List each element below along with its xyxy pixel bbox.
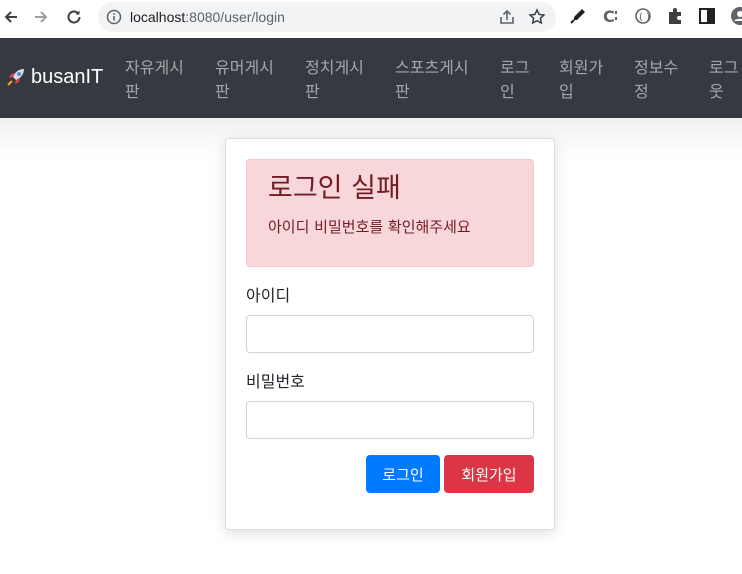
side-panel-icon[interactable] (697, 6, 717, 26)
username-label: 아이디 (246, 286, 291, 305)
nav-link-politics-board[interactable]: 정치게시판 (305, 56, 364, 104)
password-input[interactable] (246, 401, 534, 439)
extension-circle-icon[interactable]: ( ) (633, 6, 653, 26)
login-failed-alert: 로그인 실패 아이디 비밀번호를 확인해주세요 (246, 159, 534, 267)
nav-link-label: 로그 (709, 58, 739, 77)
extensions-puzzle-icon[interactable] (665, 6, 685, 26)
nav-link-free-board[interactable]: 자유게시판 (125, 56, 184, 104)
forward-arrow-icon[interactable] (28, 6, 54, 28)
svg-text:( ): ( ) (639, 12, 650, 23)
nav-link-edit-profile[interactable]: 정보수정 (634, 56, 678, 104)
nav-link-label: 판 (125, 82, 140, 101)
nav-link-label: 회원가 (559, 58, 604, 77)
nav-link-label: 스포츠게시 (395, 58, 469, 77)
brand-name: busanIT (31, 65, 104, 88)
address-bar[interactable]: localhost:8080/user/login (98, 2, 556, 32)
password-label: 비밀번호 (246, 372, 305, 391)
rocket-icon (7, 69, 24, 86)
nav-link-login[interactable]: 로그인 (500, 56, 529, 104)
url-text[interactable]: localhost:8080/user/login (130, 9, 285, 25)
eyedropper-extension-icon[interactable] (568, 6, 588, 26)
nav-link-humor-board[interactable]: 유머게시판 (215, 56, 274, 104)
nav-link-signup[interactable]: 회원가입 (559, 56, 603, 104)
nav-link-label: 입 (559, 82, 574, 101)
nav-link-label: 유머게시 (215, 58, 274, 77)
nav-link-label: 정 (634, 82, 649, 101)
profile-avatar-icon[interactable] (728, 6, 742, 26)
navbar-brand[interactable]: busanIT (4, 65, 103, 89)
share-icon[interactable] (498, 8, 516, 26)
alert-message: 아이디 비밀번호를 확인해주세요 (268, 218, 471, 236)
url-host: localhost (130, 9, 186, 25)
reload-icon[interactable] (61, 6, 87, 28)
nav-link-label: 로그 (500, 58, 530, 77)
signup-button[interactable]: 회원가입 (444, 455, 534, 493)
top-navbar: busanIT 자유게시판 유머게시판 정치게시판 스포츠게시판 로그인 회원가… (0, 38, 742, 118)
nav-link-label: 판 (395, 82, 410, 101)
svg-text:C: C (603, 7, 615, 26)
nav-link-label: 인 (500, 82, 515, 101)
nav-link-logout[interactable]: 로그웃 (709, 56, 738, 104)
nav-link-label: 판 (305, 82, 320, 101)
bookmark-star-icon[interactable] (528, 8, 546, 26)
browser-toolbar: localhost:8080/user/login C ( ) (0, 0, 742, 38)
nav-link-label: 자유게시 (125, 58, 184, 77)
nav-link-label: 웃 (709, 82, 724, 101)
nav-link-label: 정치게시 (305, 58, 364, 77)
login-button[interactable]: 로그인 (366, 455, 440, 493)
login-card: 로그인 실패 아이디 비밀번호를 확인해주세요 아이디 비밀번호 로그인 회원가… (225, 138, 555, 530)
url-rest: :8080/user/login (185, 9, 285, 25)
extension-c-icon[interactable]: C (601, 6, 621, 26)
alert-heading: 로그인 실패 (268, 173, 401, 204)
site-info-icon[interactable] (106, 9, 122, 25)
nav-link-label: 판 (215, 82, 230, 101)
back-arrow-icon[interactable] (0, 6, 24, 28)
nav-link-sports-board[interactable]: 스포츠게시판 (395, 56, 469, 104)
username-input[interactable] (246, 315, 534, 353)
nav-link-label: 정보수 (634, 58, 679, 77)
